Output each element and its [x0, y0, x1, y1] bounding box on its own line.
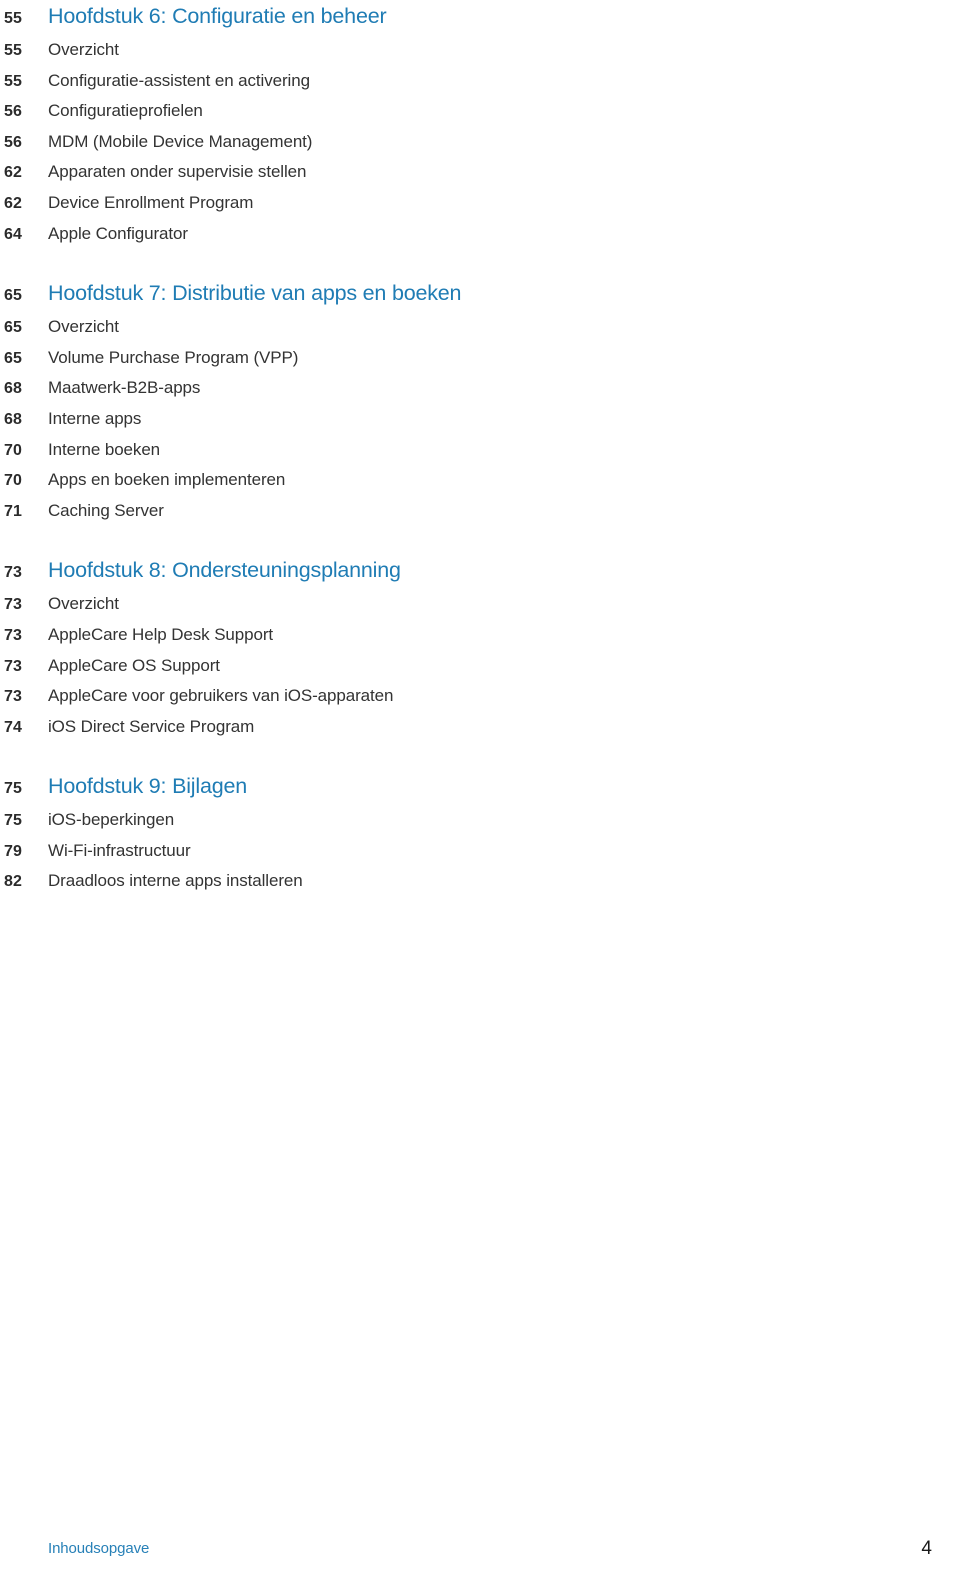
toc-entry-page-number: 68: [4, 380, 22, 398]
page-footer: Inhoudsopgave 4: [0, 1538, 960, 1580]
toc-entry-title: Wi-Fi-infrastructuur: [48, 840, 191, 860]
toc-entry-title: Apple Configurator: [48, 223, 188, 243]
toc-entry-row[interactable]: 71 Caching Server: [0, 496, 900, 527]
toc-entry-page-number: 70: [4, 441, 22, 459]
toc-entry-page-number: 73: [4, 596, 22, 614]
toc-entry-title: Overzicht: [48, 594, 119, 614]
toc-entry-page-number: 62: [4, 164, 22, 182]
toc-section: 75 Hoofdstuk 9: Bijlagen 75 iOS-beperkingen…: [0, 770, 900, 897]
footer-page-number: 4: [921, 1538, 932, 1559]
toc-entry-title: Caching Server: [48, 500, 164, 520]
toc-entry-title: iOS-beperkingen: [48, 810, 175, 830]
toc-entry-row[interactable]: 82 Draadloos interne apps installeren: [0, 866, 900, 897]
toc-entry-row[interactable]: 55 Overzicht: [0, 35, 900, 66]
toc-entry-page-number: 73: [4, 626, 22, 644]
toc-entry-title: Apps en boeken implementeren: [48, 470, 286, 490]
footer-section-label: Inhoudsopgave: [48, 1540, 150, 1557]
toc-entry-title: Configuratie-assistent en activering: [48, 70, 310, 90]
toc-entry-row[interactable]: 68 Interne apps: [0, 404, 900, 435]
toc-entry-title: Volume Purchase Program (VPP): [48, 347, 299, 367]
toc-entry-row[interactable]: 65 Volume Purchase Program (VPP): [0, 343, 900, 374]
toc-section: 55 Hoofdstuk 6: Configuratie en beheer 55 O…: [0, 0, 900, 249]
toc-entry-page-number: 56: [4, 103, 22, 121]
toc-entry-page-number: 65: [4, 319, 22, 337]
toc-entry-page-number: 64: [4, 225, 22, 243]
toc-entry-page-number: 65: [4, 349, 22, 367]
toc-entry-row[interactable]: 70 Interne boeken: [0, 435, 900, 466]
toc-entry-row[interactable]: 55 Configuratie-assistent en activering: [0, 66, 900, 97]
toc-entry-title: Draadloos interne apps installeren: [48, 871, 303, 891]
toc-entry-page-number: 82: [4, 873, 22, 891]
toc-entry-row[interactable]: 74 iOS Direct Service Program: [0, 712, 900, 743]
toc-entry-page-number: 56: [4, 133, 22, 151]
toc-chapter-page-number: 75: [4, 780, 22, 798]
toc-chapter-title: Hoofdstuk 9: Bijlagen: [48, 774, 247, 799]
toc-entry-title: MDM (Mobile Device Management): [48, 131, 313, 151]
toc-chapter-title: Hoofdstuk 8: Ondersteuningsplanning: [48, 558, 401, 583]
toc-entry-page-number: 55: [4, 42, 22, 59]
toc-entry-title: AppleCare Help Desk Support: [48, 624, 274, 644]
toc-chapter-row[interactable]: 55 Hoofdstuk 6: Configuratie en beheer: [0, 0, 900, 35]
toc-entry-title: Interne boeken: [48, 439, 161, 459]
toc-entry-title: Interne apps: [48, 408, 142, 428]
toc-chapter-row[interactable]: 73 Hoofdstuk 8: Ondersteuningsplanning: [0, 554, 900, 589]
toc-entry-row[interactable]: 56 Configuratieprofielen: [0, 96, 900, 127]
toc-chapter-row[interactable]: 65 Hoofdstuk 7: Distributie van apps en b…: [0, 277, 900, 312]
toc-entry-row[interactable]: 64 Apple Configurator: [0, 219, 900, 250]
toc-entry-page-number: 73: [4, 688, 22, 706]
toc-entry-row[interactable]: 73 AppleCare voor gebruikers van iOS-appa…: [0, 681, 900, 712]
toc-section: 73 Hoofdstuk 8: Ondersteuningsplanning 73 O…: [0, 554, 900, 742]
toc-entry-title: AppleCare voor gebruikers van iOS-appara…: [48, 686, 394, 706]
toc-chapter-row[interactable]: 75 Hoofdstuk 9: Bijlagen: [0, 770, 900, 805]
toc-section: 65 Hoofdstuk 7: Distributie van apps en b…: [0, 277, 900, 526]
toc-entry-row[interactable]: 65 Overzicht: [0, 312, 900, 343]
toc-entry-row[interactable]: 73 Overzicht: [0, 589, 900, 620]
toc-entry-title: AppleCare OS Support: [48, 655, 220, 675]
toc-entry-page-number: 70: [4, 472, 22, 490]
toc-entry-row[interactable]: 79 Wi-Fi-infrastructuur: [0, 836, 900, 867]
toc-chapter-page-number: 73: [4, 564, 22, 582]
toc-entry-title: Configuratieprofielen: [48, 101, 203, 121]
toc-entry-title: Apparaten onder supervisie stellen: [48, 162, 307, 182]
toc-entry-title: Overzicht: [48, 40, 119, 59]
toc-entry-row[interactable]: 68 Maatwerk-B2B-apps: [0, 373, 900, 404]
toc-entry-page-number: 62: [4, 194, 22, 212]
toc-entry-row[interactable]: 73 AppleCare Help Desk Support: [0, 620, 900, 651]
table-of-contents: 55 Hoofdstuk 6: Configuratie en beheer 55 O…: [0, 0, 900, 897]
toc-chapter-title: Hoofdstuk 7: Distributie van apps en boe…: [48, 281, 462, 306]
toc-entry-page-number: 75: [4, 812, 22, 830]
toc-entry-row[interactable]: 62 Device Enrollment Program: [0, 188, 900, 219]
toc-entry-row[interactable]: 70 Apps en boeken implementeren: [0, 465, 900, 496]
toc-entry-title: Maatwerk-B2B-apps: [48, 378, 201, 398]
toc-chapter-title: Hoofdstuk 6: Configuratie en beheer: [48, 4, 387, 28]
toc-entry-page-number: 74: [4, 718, 22, 736]
toc-entry-page-number: 73: [4, 657, 22, 675]
toc-entry-row[interactable]: 75 iOS-beperkingen: [0, 805, 900, 836]
toc-entry-row[interactable]: 56 MDM (Mobile Device Management): [0, 127, 900, 158]
toc-entry-title: Overzicht: [48, 317, 119, 337]
toc-entry-page-number: 79: [4, 842, 22, 860]
toc-chapter-page-number: 65: [4, 287, 22, 305]
toc-chapter-page-number: 55: [4, 10, 22, 27]
document-page: 55 Hoofdstuk 6: Configuratie en beheer 55 O…: [0, 0, 960, 1588]
toc-entry-page-number: 68: [4, 410, 22, 428]
toc-entry-page-number: 55: [4, 72, 22, 90]
toc-entry-title: iOS Direct Service Program: [48, 716, 255, 736]
toc-entry-row[interactable]: 73 AppleCare OS Support: [0, 651, 900, 682]
toc-entry-title: Device Enrollment Program: [48, 192, 254, 212]
toc-entry-row[interactable]: 62 Apparaten onder supervisie stellen: [0, 157, 900, 188]
toc-entry-page-number: 71: [4, 502, 22, 520]
